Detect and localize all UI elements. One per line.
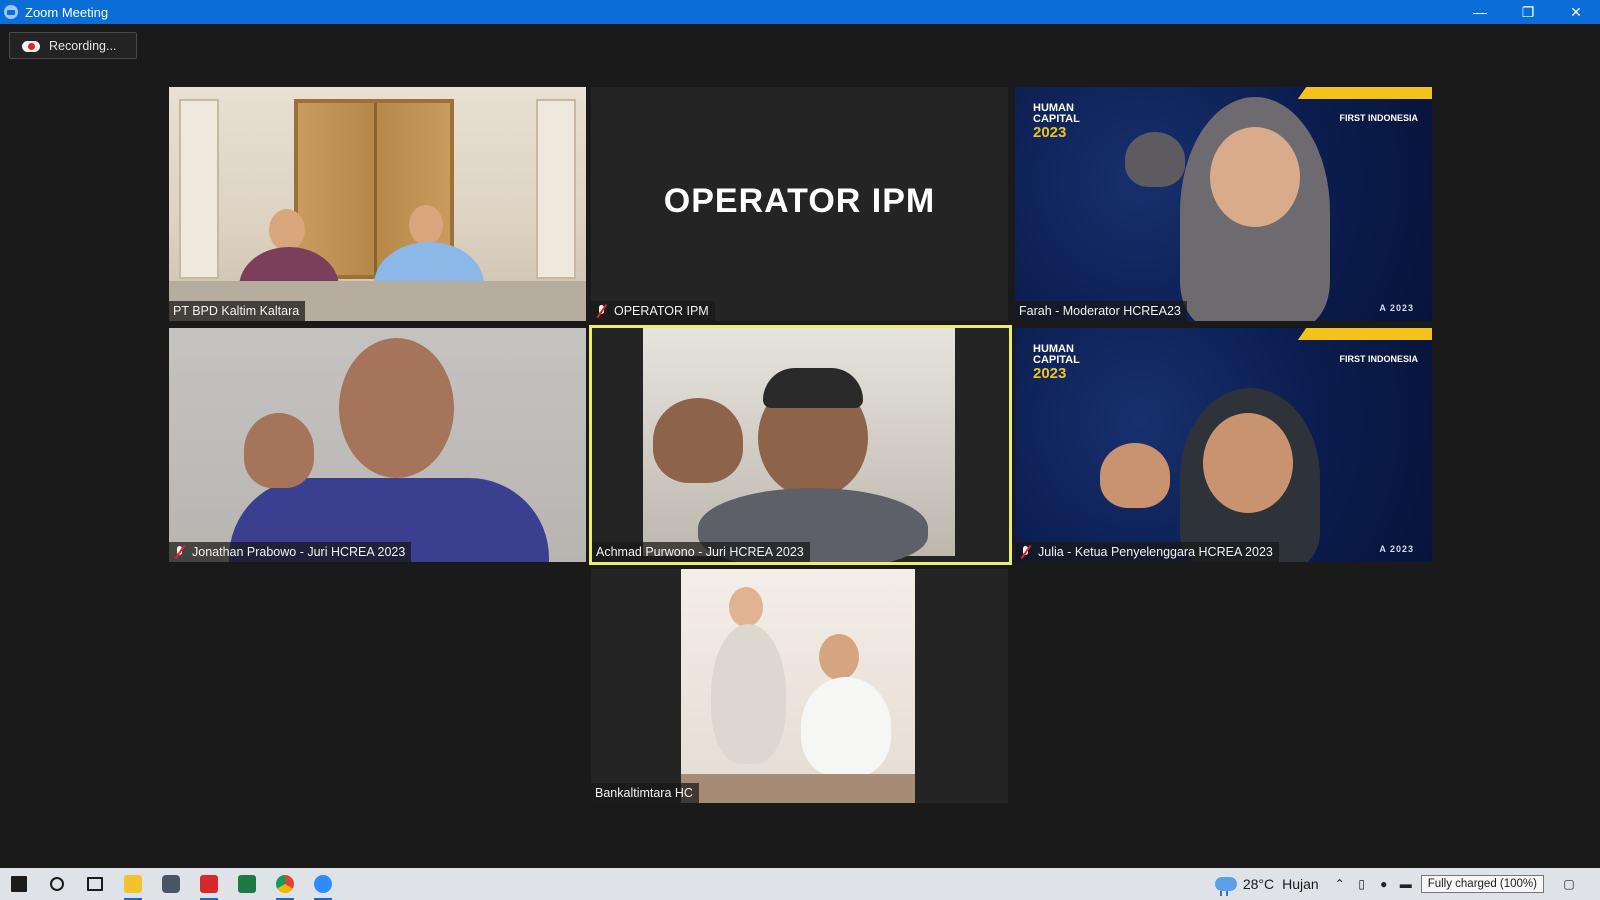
task-view-icon[interactable] — [76, 868, 114, 900]
microphone-icon[interactable]: ● — [1373, 877, 1395, 891]
human-capital-logo: HUMAN CAPITAL 2023 — [1033, 102, 1080, 141]
system-tray: 28°C Hujan ⌃ ▯ ● ▬ Fully charged (100%) … — [1214, 868, 1600, 900]
weather-temperature[interactable]: 28°C — [1243, 876, 1274, 892]
wps-office-icon[interactable] — [190, 868, 228, 900]
chrome-icon[interactable] — [266, 868, 304, 900]
camera-icon[interactable] — [152, 868, 190, 900]
video-tile-julia[interactable]: HUMAN CAPITAL 2023 FIRST INDONESIA A 202… — [1015, 328, 1432, 562]
start-icon[interactable] — [0, 868, 38, 900]
video-tile-jonathan-prabowo[interactable]: Jonathan Prabowo - Juri HCREA 2023 — [169, 328, 586, 562]
video-tile-pt-bpd-kaltim-kaltara[interactable]: PT BPD Kaltim Kaltara — [169, 87, 586, 321]
chevron-up-icon[interactable]: ⌃ — [1329, 877, 1351, 891]
video-tile-bankaltimtara-hc[interactable]: Bankaltimtara HC — [591, 569, 1008, 803]
notification-icon[interactable]: ▢ — [1558, 877, 1580, 891]
video-feed — [169, 87, 586, 321]
participant-name-label: PT BPD Kaltim Kaltara — [169, 301, 306, 321]
participant-name-label: Jonathan Prabowo - Juri HCREA 2023 — [169, 542, 412, 562]
windows-taskbar: 28°C Hujan ⌃ ▯ ● ▬ Fully charged (100%) … — [0, 868, 1600, 900]
title-bar: Zoom Meeting — ❐ ✕ — [0, 0, 1600, 24]
participant-name-label: Farah - Moderator HCREA23 — [1015, 301, 1187, 321]
battery-tooltip: Fully charged (100%) — [1420, 875, 1544, 893]
rain-weather-icon[interactable] — [1214, 877, 1237, 896]
muted-microphone-icon — [595, 304, 609, 318]
recording-indicator[interactable]: Recording... — [9, 32, 137, 59]
human-capital-logo: HUMAN CAPITAL 2023 — [1033, 343, 1080, 382]
video-feed — [169, 328, 586, 562]
muted-microphone-icon — [173, 545, 187, 559]
search-icon[interactable] — [38, 868, 76, 900]
muted-microphone-icon — [1019, 545, 1033, 559]
zoom-logo-icon — [4, 5, 18, 19]
minimize-button[interactable]: — — [1456, 0, 1504, 24]
participant-name-label: Bankaltimtara HC — [591, 783, 699, 803]
video-tile-operator-ipm[interactable]: OPERATOR IPM OPERATOR IPM — [591, 87, 1008, 321]
participant-display-name: OPERATOR IPM — [663, 182, 936, 220]
window-title: Zoom Meeting — [25, 4, 109, 20]
video-feed: HUMAN CAPITAL 2023 FIRST INDONESIA A 202… — [1015, 87, 1432, 321]
battery-icon[interactable]: ▬ — [1395, 877, 1417, 891]
participant-name-label: OPERATOR IPM — [591, 301, 715, 321]
weather-condition[interactable]: Hujan — [1282, 876, 1319, 892]
restore-button[interactable]: ❐ — [1504, 0, 1552, 24]
video-tile-farah[interactable]: HUMAN CAPITAL 2023 FIRST INDONESIA A 202… — [1015, 87, 1432, 321]
participant-name-label: Julia - Ketua Penyelenggara HCREA 2023 — [1015, 542, 1279, 562]
window-controls: — ❐ ✕ — [1456, 0, 1600, 24]
close-button[interactable]: ✕ — [1552, 0, 1600, 24]
video-feed — [681, 569, 915, 803]
file-explorer-icon[interactable] — [114, 868, 152, 900]
video-tile-achmad-purwono[interactable]: Achmad Purwono - Juri HCREA 2023 — [589, 325, 1012, 565]
excel-icon[interactable] — [228, 868, 266, 900]
video-feed — [643, 328, 955, 562]
zoom-icon[interactable] — [304, 868, 342, 900]
recording-icon — [22, 39, 40, 53]
usb-icon[interactable]: ▯ — [1351, 877, 1373, 891]
video-feed: HUMAN CAPITAL 2023 FIRST INDONESIA A 202… — [1015, 328, 1432, 562]
recording-label: Recording... — [49, 38, 117, 53]
participant-name-label: Achmad Purwono - Juri HCREA 2023 — [592, 542, 810, 562]
